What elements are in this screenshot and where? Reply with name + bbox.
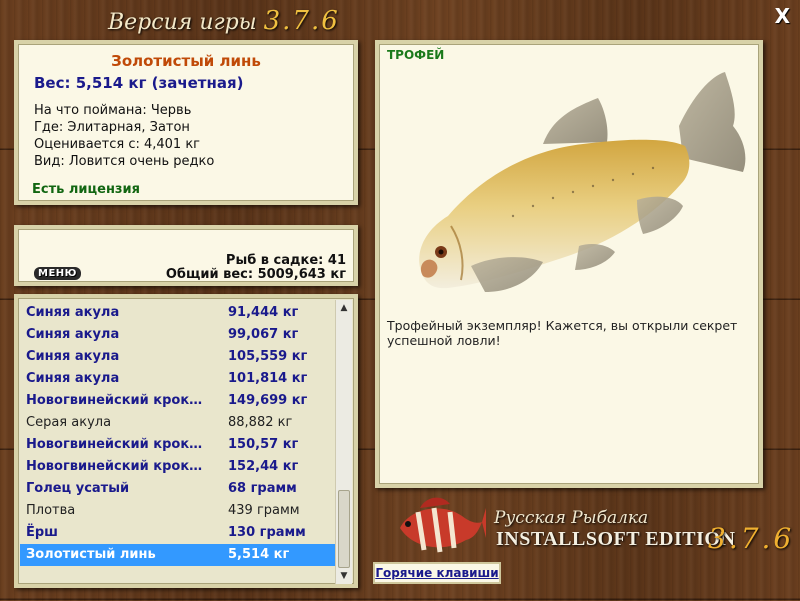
catch-fish-name: Ёрш	[26, 525, 58, 540]
catch-fish-weight: 149,699 кг	[228, 393, 308, 408]
detail-species-rarity: Вид: Ловится очень редко	[34, 154, 215, 169]
detail-bait: На что поймана: Червь	[34, 103, 192, 118]
window-title: Версия игры 3.7.6	[108, 6, 340, 36]
catch-list-row[interactable]: Синяя акула 101,814 кг	[20, 368, 338, 390]
tench-fish-image	[419, 72, 746, 292]
catch-fish-name: Золотистый линь	[26, 547, 156, 562]
catch-list-row[interactable]: Серая акула 88,882 кг	[20, 412, 338, 434]
window-version: 3.7.6	[263, 6, 340, 36]
catch-fish-name: Синяя акула	[26, 371, 120, 386]
logo-line-2: INSTALLSOFT EDITION	[496, 528, 736, 550]
catch-list-row[interactable]: Голец усатый 68 грамм	[20, 478, 338, 500]
catch-fish-name: Голец усатый	[26, 481, 130, 496]
trophy-description: Трофейный экземпляр! Кажется, вы открыли…	[387, 318, 738, 348]
menu-button[interactable]: МЕНЮ	[34, 267, 81, 280]
catch-list-row[interactable]: Синяя акула 99,067 кг	[20, 324, 338, 346]
license-status: Есть лицензия	[32, 182, 140, 197]
cage-stats-panel: МЕНЮ Рыб в садке: 41 Общий вес: 5009,643…	[14, 225, 358, 286]
catch-fish-weight: 101,814 кг	[228, 371, 308, 386]
trophy-tag: ТРОФЕЙ	[387, 48, 445, 62]
catch-fish-weight: 68 грамм	[228, 481, 297, 496]
fish-name: Золотистый линь	[111, 52, 261, 70]
catch-list-row[interactable]: Плотва 439 грамм	[20, 500, 338, 522]
detail-rated-from: Оценивается с: 4,401 кг	[34, 137, 201, 152]
catch-list-row[interactable]: Синяя акула 105,559 кг	[20, 346, 338, 368]
fish-weight: Вес: 5,514 кг (зачетная)	[34, 74, 244, 92]
catch-fish-name: Серая акула	[26, 415, 112, 430]
catch-fish-weight: 130 грамм	[228, 525, 306, 540]
catch-fish-name: Плотва	[26, 503, 76, 518]
fish-logo-icon	[400, 497, 486, 553]
fish-details: На что поймана: Червь Где: Элитарная, За…	[34, 102, 354, 170]
catch-list-row[interactable]: Золотистый линь 5,514 кг	[20, 544, 338, 566]
total-weight: Общий вес: 5009,643 кг	[165, 267, 346, 282]
catch-fish-weight: 5,514 кг	[228, 547, 290, 562]
catch-fish-name: Новогвинейский кроко...	[26, 437, 206, 452]
trophy-panel: ТРОФЕЙ Трофейный экземпляр! Кажется, вы …	[375, 40, 763, 488]
catch-fish-name: Новогвинейский кроко...	[26, 393, 206, 408]
close-button[interactable]: X	[775, 4, 790, 28]
fish-info-panel: Золотистый линь Вес: 5,514 кг (зачетная)…	[14, 40, 358, 205]
catch-list-rows: Синяя акула 91,444 кг Синяя акула 99,067 кг…	[20, 302, 338, 566]
catch-list: Синяя акула 91,444 кг Синяя акула 99,067 кг…	[14, 294, 358, 588]
catch-list-row[interactable]: Новогвинейский кроко... 149,699 кг	[20, 390, 338, 412]
catch-list-row[interactable]: Ёрш 130 грамм	[20, 522, 338, 544]
catch-fish-name: Синяя акула	[26, 327, 120, 342]
catch-list-row[interactable]: Новогвинейский кроко... 150,57 кг	[20, 434, 338, 456]
catch-fish-name: Синяя акула	[26, 349, 120, 364]
logo-line-1: Русская Рыбалка	[494, 508, 649, 528]
catch-fish-weight: 91,444 кг	[228, 305, 299, 320]
game-logo: Русская Рыбалка INSTALLSOFT EDITION 3.7.…	[390, 494, 800, 564]
catch-list-row[interactable]: Новогвинейский кроко... 152,44 кг	[20, 456, 338, 478]
catch-fish-weight: 105,559 кг	[228, 349, 308, 364]
catch-list-row[interactable]: Синяя акула 91,444 кг	[20, 302, 338, 324]
hotkeys-button[interactable]: Горячие клавиши	[373, 562, 501, 584]
fish-count: Рыб в садке: 41	[225, 253, 346, 268]
catch-fish-weight: 88,882 кг	[228, 415, 293, 430]
logo-version: 3.7.6	[708, 522, 795, 555]
catch-fish-weight: 152,44 кг	[228, 459, 299, 474]
scrollbar-thumb[interactable]	[338, 490, 350, 568]
scroll-up-icon[interactable]: ▲	[336, 300, 352, 316]
list-scrollbar[interactable]: ▲ ▼	[335, 300, 352, 584]
catch-fish-name: Синяя акула	[26, 305, 120, 320]
detail-location: Где: Элитарная, Затон	[34, 120, 190, 135]
catch-fish-weight: 150,57 кг	[228, 437, 299, 452]
window-title-text: Версия игры	[108, 10, 257, 35]
catch-fish-name: Новогвинейский кроко...	[26, 459, 206, 474]
scroll-down-icon[interactable]: ▼	[336, 568, 352, 584]
catch-fish-weight: 99,067 кг	[228, 327, 299, 342]
catch-fish-weight: 439 грамм	[228, 503, 300, 518]
